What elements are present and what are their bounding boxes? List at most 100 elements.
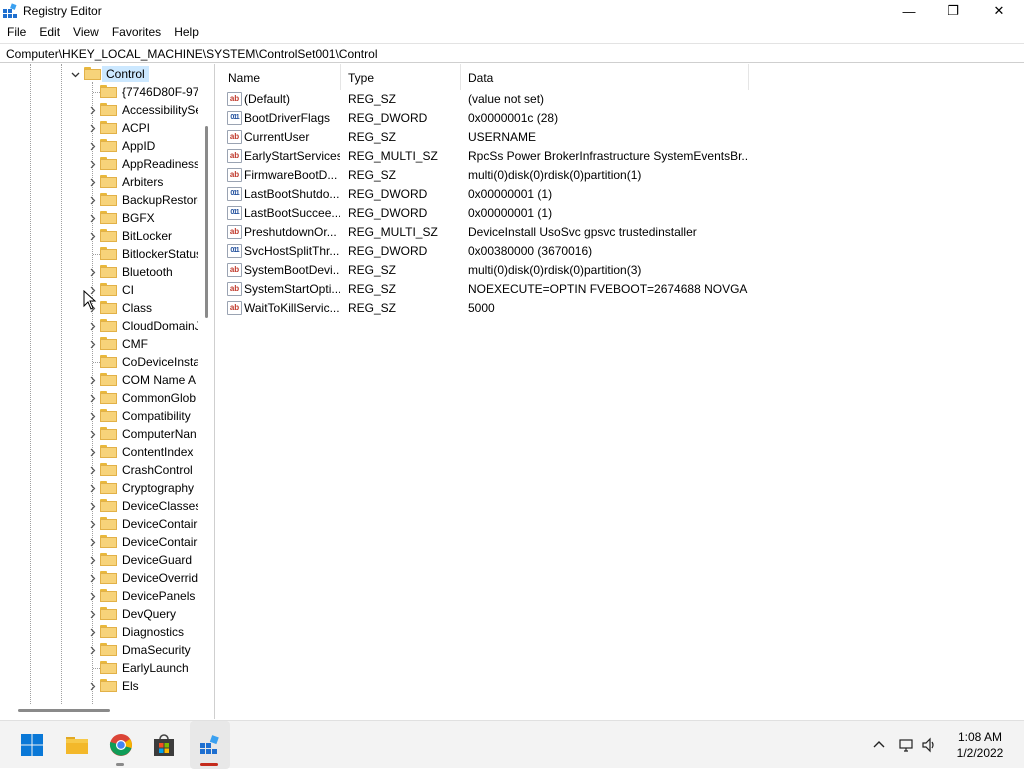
chevron-right-icon[interactable]	[88, 106, 97, 115]
tree-item[interactable]: AppReadiness	[0, 155, 200, 173]
tree-item[interactable]: DevicePanels	[0, 587, 200, 605]
table-row[interactable]: ab (Default) REG_SZ (value not set)	[221, 90, 981, 109]
chevron-right-icon[interactable]	[88, 376, 97, 385]
chevron-right-icon[interactable]	[88, 466, 97, 475]
network-icon[interactable]	[898, 737, 914, 753]
close-button[interactable]: ✕	[976, 0, 1022, 22]
tree-item[interactable]: AppID	[0, 137, 200, 155]
regedit-icon[interactable]	[198, 733, 222, 757]
chevron-right-icon[interactable]	[88, 178, 97, 187]
key-tree[interactable]: Control {7746D80F-97E AccessibilitySe ACPI…	[0, 64, 215, 719]
chevron-right-icon[interactable]	[88, 430, 97, 439]
tree-item[interactable]: {7746D80F-97E	[0, 83, 200, 101]
tree-item[interactable]: DeviceContair	[0, 533, 200, 551]
volume-icon[interactable]	[921, 737, 937, 753]
tree-item[interactable]: Compatibility	[0, 407, 200, 425]
tree-item[interactable]: ACPI	[0, 119, 200, 137]
tree-item[interactable]: Els	[0, 677, 200, 695]
tree-item[interactable]: CommonGlob	[0, 389, 200, 407]
tree-item[interactable]: BGFX	[0, 209, 200, 227]
chevron-down-icon[interactable]	[71, 70, 80, 79]
tree-item[interactable]: EarlyLaunch	[0, 659, 200, 677]
chevron-right-icon[interactable]	[88, 520, 97, 529]
column-header-type[interactable]: Type	[341, 64, 461, 90]
chevron-right-icon[interactable]	[88, 232, 97, 241]
file-explorer-icon[interactable]	[65, 733, 89, 757]
table-row[interactable]: ab SystemBootDevi... REG_SZ multi(0)disk(0)…	[221, 261, 981, 280]
table-row[interactable]: 011 SvcHostSplitThr... REG_DWORD 0x00380000…	[221, 242, 981, 261]
tree-item[interactable]: DeviceClasses	[0, 497, 200, 515]
tree-item[interactable]: BitLocker	[0, 227, 200, 245]
chevron-right-icon[interactable]	[88, 412, 97, 421]
tree-item[interactable]: ComputerNan	[0, 425, 200, 443]
table-row[interactable]: 011 LastBootShutdo... REG_DWORD 0x00000001 …	[221, 185, 981, 204]
tree-item[interactable]: BitlockerStatus	[0, 245, 200, 263]
chevron-right-icon[interactable]	[88, 502, 97, 511]
tree-item[interactable]: Class	[0, 299, 200, 317]
chevron-right-icon[interactable]	[88, 610, 97, 619]
table-row[interactable]: ab PreshutdownOr... REG_MULTI_SZ DeviceInst…	[221, 223, 981, 242]
tree-item[interactable]: Diagnostics	[0, 623, 200, 641]
chrome-icon[interactable]	[109, 733, 133, 757]
tree-item[interactable]: CloudDomainJ	[0, 317, 200, 335]
chevron-right-icon[interactable]	[88, 682, 97, 691]
chevron-right-icon[interactable]	[88, 196, 97, 205]
tree-item[interactable]: ContentIndex	[0, 443, 200, 461]
chevron-right-icon[interactable]	[88, 448, 97, 457]
menu-favorites[interactable]: Favorites	[105, 22, 167, 42]
chevron-right-icon[interactable]	[88, 322, 97, 331]
column-header-data[interactable]: Data	[461, 64, 749, 90]
tree-item[interactable]: COM Name A	[0, 371, 200, 389]
menu-file[interactable]: File	[0, 22, 32, 42]
address-path[interactable]: Computer\HKEY_LOCAL_MACHINE\SYSTEM\Contr…	[6, 47, 377, 61]
tree-item[interactable]: BackupRestore	[0, 191, 200, 209]
chevron-right-icon[interactable]	[88, 160, 97, 169]
values-list[interactable]: Name Type Data ab (Default) REG_SZ (value n…	[221, 64, 1024, 719]
chevron-right-icon[interactable]	[88, 628, 97, 637]
chevron-right-icon[interactable]	[88, 142, 97, 151]
chevron-right-icon[interactable]	[88, 556, 97, 565]
chevron-right-icon[interactable]	[88, 214, 97, 223]
chevron-right-icon[interactable]	[88, 394, 97, 403]
tree-item[interactable]: Bluetooth	[0, 263, 200, 281]
scrollbar-thumb[interactable]	[18, 709, 110, 712]
chevron-right-icon[interactable]	[88, 484, 97, 493]
tree-item[interactable]: DeviceContair	[0, 515, 200, 533]
chevron-right-icon[interactable]	[88, 124, 97, 133]
tree-item[interactable]: CrashControl	[0, 461, 200, 479]
minimize-button[interactable]: —	[886, 0, 932, 22]
start-icon[interactable]	[20, 733, 44, 757]
table-row[interactable]: ab WaitToKillServic... REG_SZ 5000	[221, 299, 981, 318]
tree-item[interactable]: CoDeviceInsta	[0, 353, 200, 371]
tree-item[interactable]: DmaSecurity	[0, 641, 200, 659]
tree-horizontal-scrollbar[interactable]	[0, 704, 200, 718]
address-bar[interactable]: Computer\HKEY_LOCAL_MACHINE\SYSTEM\Contr…	[0, 43, 1024, 63]
column-header-name[interactable]: Name	[221, 64, 341, 90]
chevron-right-icon[interactable]	[88, 340, 97, 349]
tree-item[interactable]: Cryptography	[0, 479, 200, 497]
system-clock[interactable]: 1:08 AM 1/2/2022	[940, 729, 1020, 761]
tree-item[interactable]: DevQuery	[0, 605, 200, 623]
table-row[interactable]: ab FirmwareBootD... REG_SZ multi(0)disk(0)r…	[221, 166, 981, 185]
tree-item[interactable]: DeviceGuard	[0, 551, 200, 569]
table-row[interactable]: ab CurrentUser REG_SZ USERNAME	[221, 128, 981, 147]
menu-help[interactable]: Help	[167, 22, 205, 42]
chevron-right-icon[interactable]	[88, 538, 97, 547]
chevron-right-icon[interactable]	[88, 268, 97, 277]
table-row[interactable]: ab EarlyStartServices REG_MULTI_SZ RpcSs Po…	[221, 147, 981, 166]
menu-view[interactable]: View	[66, 22, 105, 42]
table-row[interactable]: ab SystemStartOpti... REG_SZ NOEXECUTE=OPT…	[221, 280, 981, 299]
chevron-up-icon[interactable]	[871, 737, 887, 753]
tree-item[interactable]: CMF	[0, 335, 200, 353]
tree-item[interactable]: DeviceOverrid	[0, 569, 200, 587]
menu-edit[interactable]: Edit	[32, 22, 66, 42]
store-icon[interactable]	[152, 733, 176, 757]
chevron-right-icon[interactable]	[88, 646, 97, 655]
table-row[interactable]: 011 BootDriverFlags REG_DWORD 0x0000001c (2…	[221, 109, 981, 128]
maximize-button[interactable]: ❐	[930, 0, 976, 22]
chevron-right-icon[interactable]	[88, 574, 97, 583]
tree-item[interactable]: Arbiters	[0, 173, 200, 191]
tree-item[interactable]: CI	[0, 281, 200, 299]
chevron-right-icon[interactable]	[88, 592, 97, 601]
tree-item[interactable]: AccessibilitySe	[0, 101, 200, 119]
